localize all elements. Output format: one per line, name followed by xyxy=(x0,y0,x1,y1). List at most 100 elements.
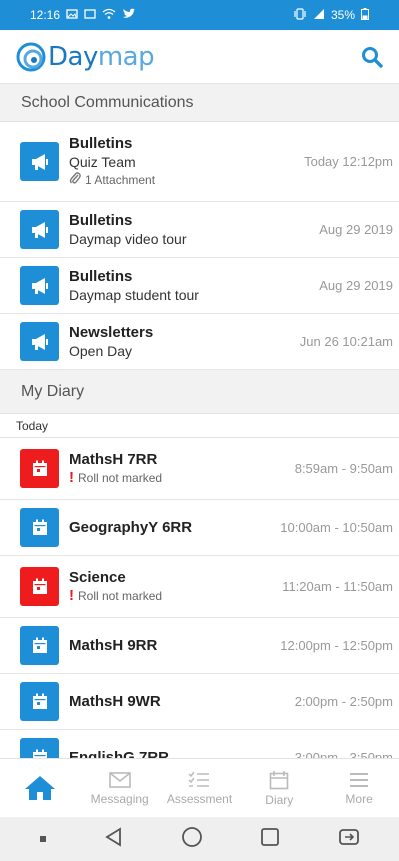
diary-item[interactable]: Science ! Roll not marked 11:20am - 11:5… xyxy=(0,556,399,618)
communication-subtitle: Daymap student tour xyxy=(69,287,199,303)
diary-text: GeographyY 6RR xyxy=(69,518,280,537)
tab-home[interactable] xyxy=(0,759,80,817)
exclamation-icon: ! xyxy=(69,587,74,604)
tab-diary[interactable]: Diary xyxy=(239,759,319,817)
roll-warning-text: Roll not marked xyxy=(78,589,163,603)
tab-more-label: More xyxy=(345,791,373,806)
diary-time: 3:00pm - 3:50pm xyxy=(294,750,393,758)
search-button[interactable] xyxy=(357,42,387,72)
wifi-icon xyxy=(102,8,116,23)
diary-time: 8:59am - 9:50am xyxy=(294,461,393,476)
communication-time: Today 12:12pm xyxy=(304,154,393,169)
attachment-count: 1 Attachment xyxy=(85,173,156,187)
communication-time: Aug 29 2019 xyxy=(319,278,393,293)
section-school-communications: School Communications xyxy=(0,84,399,122)
diary-text: MathsH 9RR xyxy=(69,636,280,655)
diary-title: MathsH 7RR xyxy=(69,451,158,468)
system-nav-bar xyxy=(0,817,399,861)
tab-diary-label: Diary xyxy=(265,792,294,807)
content-scroll[interactable]: School Communications Bulletins Quiz Tea… xyxy=(0,84,399,758)
calendar-icon xyxy=(20,567,59,606)
diary-item[interactable]: EnglishG 7RR 3:00pm - 3:50pm xyxy=(0,730,399,758)
communication-title: Bulletins xyxy=(69,212,133,229)
diary-item[interactable]: MathsH 9WR 2:00pm - 2:50pm xyxy=(0,674,399,730)
switch-app-icon[interactable] xyxy=(337,827,361,852)
home-circle-icon[interactable] xyxy=(181,826,203,853)
calendar-icon xyxy=(20,626,59,665)
communication-text: Bulletins Daymap student tour xyxy=(69,267,319,304)
communication-text: Bulletins Daymap video tour xyxy=(69,211,319,248)
diary-item[interactable]: MathsH 9RR 12:00pm - 12:50pm xyxy=(0,618,399,674)
envelope-icon xyxy=(108,771,131,788)
diary-title: Science xyxy=(69,569,126,586)
logo-text: Daymap xyxy=(48,41,155,72)
communication-subtitle: Open Day xyxy=(69,343,133,359)
communication-time: Jun 26 10:21am xyxy=(299,334,393,349)
paperclip-icon xyxy=(69,171,81,190)
recents-icon[interactable] xyxy=(260,827,280,852)
vibrate-icon xyxy=(293,7,307,23)
communication-subtitle: Quiz Team xyxy=(69,153,136,170)
diary-time: 11:20am - 11:50am xyxy=(282,579,393,594)
daymap-logo-icon xyxy=(16,42,46,71)
nav-dot-icon[interactable] xyxy=(39,830,47,848)
megaphone-icon xyxy=(20,210,59,249)
diary-text: EnglishG 7RR xyxy=(69,748,295,758)
diary-item[interactable]: GeographyY 6RR 10:00am - 10:50am xyxy=(0,500,399,556)
image-icon xyxy=(84,8,96,23)
communication-item[interactable]: Bulletins Daymap video tour Aug 29 2019 xyxy=(0,202,399,258)
diary-time: 12:00pm - 12:50pm xyxy=(280,638,393,653)
search-icon xyxy=(362,46,383,68)
communication-text: Newsletters Open Day xyxy=(69,323,300,360)
diary-title: MathsH 9RR xyxy=(69,637,158,654)
daymap-logo: Daymap xyxy=(16,41,155,72)
communication-text: Bulletins Quiz Team 1 Attachment xyxy=(69,134,304,190)
tab-assessment[interactable]: Assessment xyxy=(160,759,240,817)
megaphone-icon xyxy=(20,266,59,305)
diary-day-label: Today xyxy=(0,414,399,438)
calendar-icon xyxy=(269,770,289,789)
communication-item[interactable]: Newsletters Open Day Jun 26 10:21am xyxy=(0,314,399,370)
diary-time: 2:00pm - 2:50pm xyxy=(294,694,393,709)
menu-icon xyxy=(350,772,369,787)
diary-title: MathsH 9WR xyxy=(69,693,161,710)
megaphone-icon xyxy=(20,142,59,181)
bottom-tab-bar: Messaging Assessment Diary More xyxy=(0,758,399,817)
back-icon[interactable] xyxy=(104,826,124,852)
communication-time: Aug 29 2019 xyxy=(319,222,393,237)
diary-item[interactable]: MathsH 7RR ! Roll not marked 8:59am - 9:… xyxy=(0,438,399,500)
diary-title: EnglishG 7RR xyxy=(69,749,170,758)
checklist-icon xyxy=(188,771,210,787)
section-my-diary: My Diary xyxy=(0,370,399,414)
tab-messaging-label: Messaging xyxy=(90,791,149,806)
gallery-icon xyxy=(66,8,78,23)
roll-warning: ! Roll not marked xyxy=(69,587,282,605)
communication-subtitle: Daymap video tour xyxy=(69,231,187,247)
tab-messaging[interactable]: Messaging xyxy=(80,759,160,817)
battery-percent: 35% xyxy=(330,8,355,22)
diary-text: Science ! Roll not marked xyxy=(69,568,282,605)
communication-item[interactable]: Bulletins Quiz Team 1 Attachment Today 1… xyxy=(0,122,399,202)
app-bar: Daymap xyxy=(0,30,399,84)
attachment-info: 1 Attachment xyxy=(69,171,304,190)
twitter-icon xyxy=(122,8,136,23)
battery-icon xyxy=(361,7,369,23)
exclamation-icon: ! xyxy=(69,469,74,486)
megaphone-icon xyxy=(20,322,59,361)
tab-assessment-label: Assessment xyxy=(166,791,233,806)
roll-warning-text: Roll not marked xyxy=(78,471,163,485)
communication-title: Bulletins xyxy=(69,134,133,152)
communication-title: Bulletins xyxy=(69,268,133,285)
diary-title: GeographyY 6RR xyxy=(69,519,193,536)
status-right: 35% xyxy=(293,7,369,23)
communication-item[interactable]: Bulletins Daymap student tour Aug 29 201… xyxy=(0,258,399,314)
diary-time: 10:00am - 10:50am xyxy=(280,520,393,535)
status-bar: 12:16 35% xyxy=(0,0,399,30)
tab-more[interactable]: More xyxy=(319,759,399,817)
status-left: 12:16 xyxy=(30,8,136,23)
calendar-icon xyxy=(20,508,59,547)
status-time: 12:16 xyxy=(30,8,61,22)
diary-text: MathsH 7RR ! Roll not marked xyxy=(69,450,295,487)
diary-text: MathsH 9WR xyxy=(69,692,295,711)
calendar-icon xyxy=(20,738,59,758)
